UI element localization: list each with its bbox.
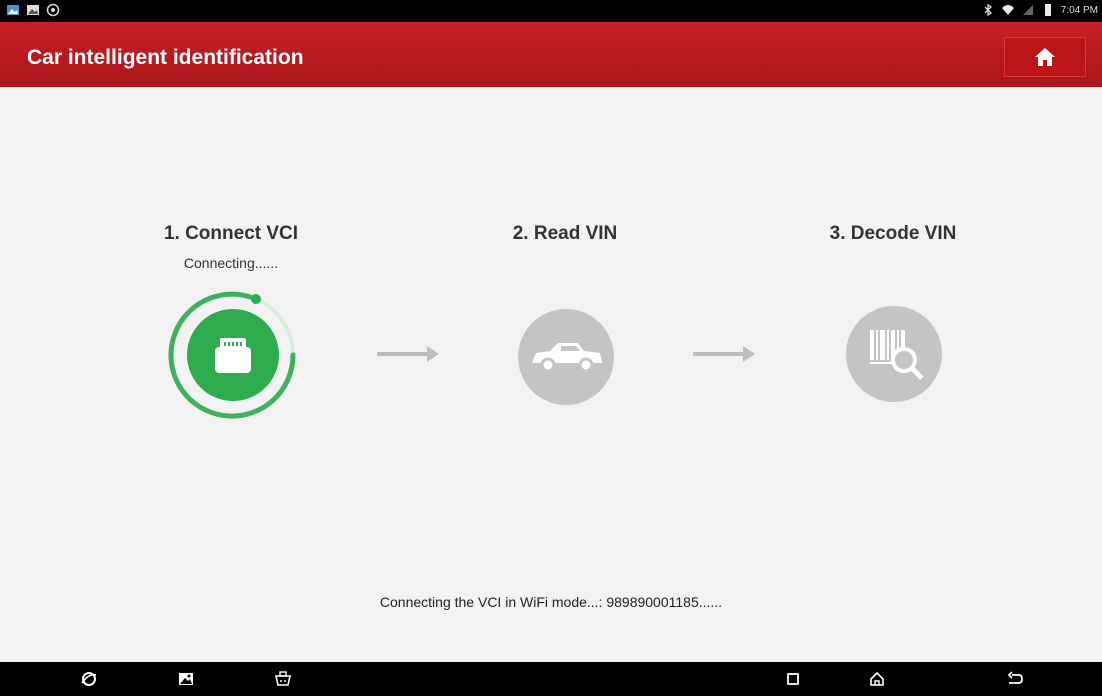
wifi-icon [1001,5,1014,15]
barcode-search-icon [870,330,924,380]
notification-icons [6,3,60,17]
home-nav-icon[interactable] [868,670,886,688]
connection-message: Connecting the VCI in WiFi mode...: 9898… [379,594,723,610]
gallery-notification-icon [27,5,39,15]
back-icon[interactable] [1006,670,1024,688]
page-title: Car intelligent identification [27,46,304,69]
car-icon [532,343,602,373]
step-3-circle [846,306,942,402]
home-button[interactable] [1004,37,1086,77]
app-notification-icon [46,3,60,17]
vci-diagnostic-icon[interactable] [274,670,292,688]
system-status: 7:04 PM [981,3,1098,17]
signal-icon [1022,5,1033,15]
step-1-circle [187,309,279,401]
recent-apps-icon[interactable] [784,670,802,688]
bluetooth-icon [984,3,992,17]
step-1-status: Connecting...... [183,255,279,271]
vci-connector-icon [215,338,251,373]
navigation-bar [0,662,1102,696]
app-bar: Car intelligent identification [0,22,1102,87]
arrow-step-1-2 [377,346,439,362]
status-time: 7:04 PM [1060,4,1098,16]
identification-panel: 1. Connect VCI Connecting...... 2. Read … [0,87,1102,662]
gallery-icon[interactable] [177,670,195,688]
image-notification-icon [7,5,19,15]
step-2-title: 2. Read VIN [512,223,618,244]
status-bar: 7:04 PM [0,0,1102,22]
step-1-title: 1. Connect VCI [163,223,299,244]
battery-icon [1044,4,1051,16]
step-2-circle [518,309,614,405]
step-3-title: 3. Decode VIN [829,223,957,244]
arrow-step-2-3 [693,346,755,362]
home-icon [1035,48,1055,66]
browser-icon[interactable] [80,670,98,688]
